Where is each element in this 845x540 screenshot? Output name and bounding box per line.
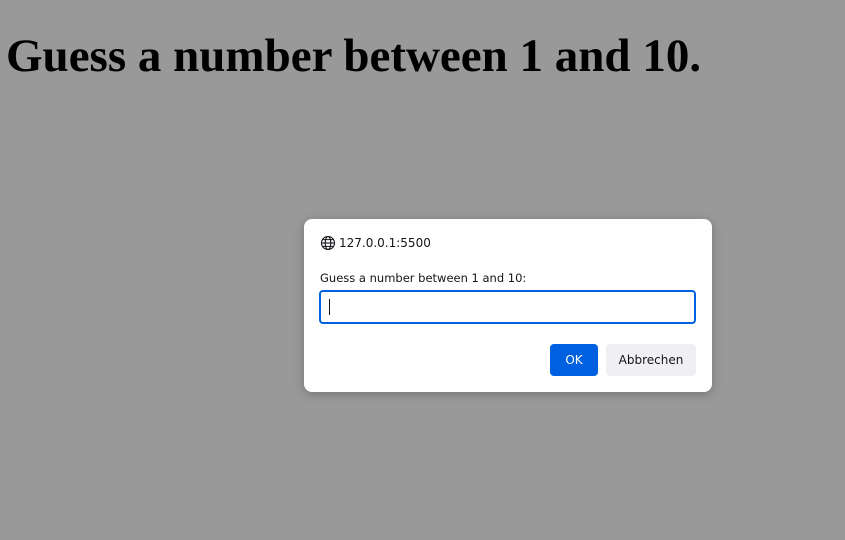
globe-icon	[320, 235, 336, 251]
prompt-input[interactable]	[319, 290, 696, 324]
prompt-message: Guess a number between 1 and 10:	[320, 271, 527, 285]
dialog-origin-text: 127.0.0.1:5500	[339, 236, 431, 250]
ok-button[interactable]: OK	[550, 344, 598, 376]
cancel-button[interactable]: Abbrechen	[606, 344, 696, 376]
text-caret	[329, 299, 330, 315]
prompt-dialog: 127.0.0.1:5500 Guess a number between 1 …	[304, 219, 712, 392]
dialog-origin: 127.0.0.1:5500	[320, 235, 431, 251]
